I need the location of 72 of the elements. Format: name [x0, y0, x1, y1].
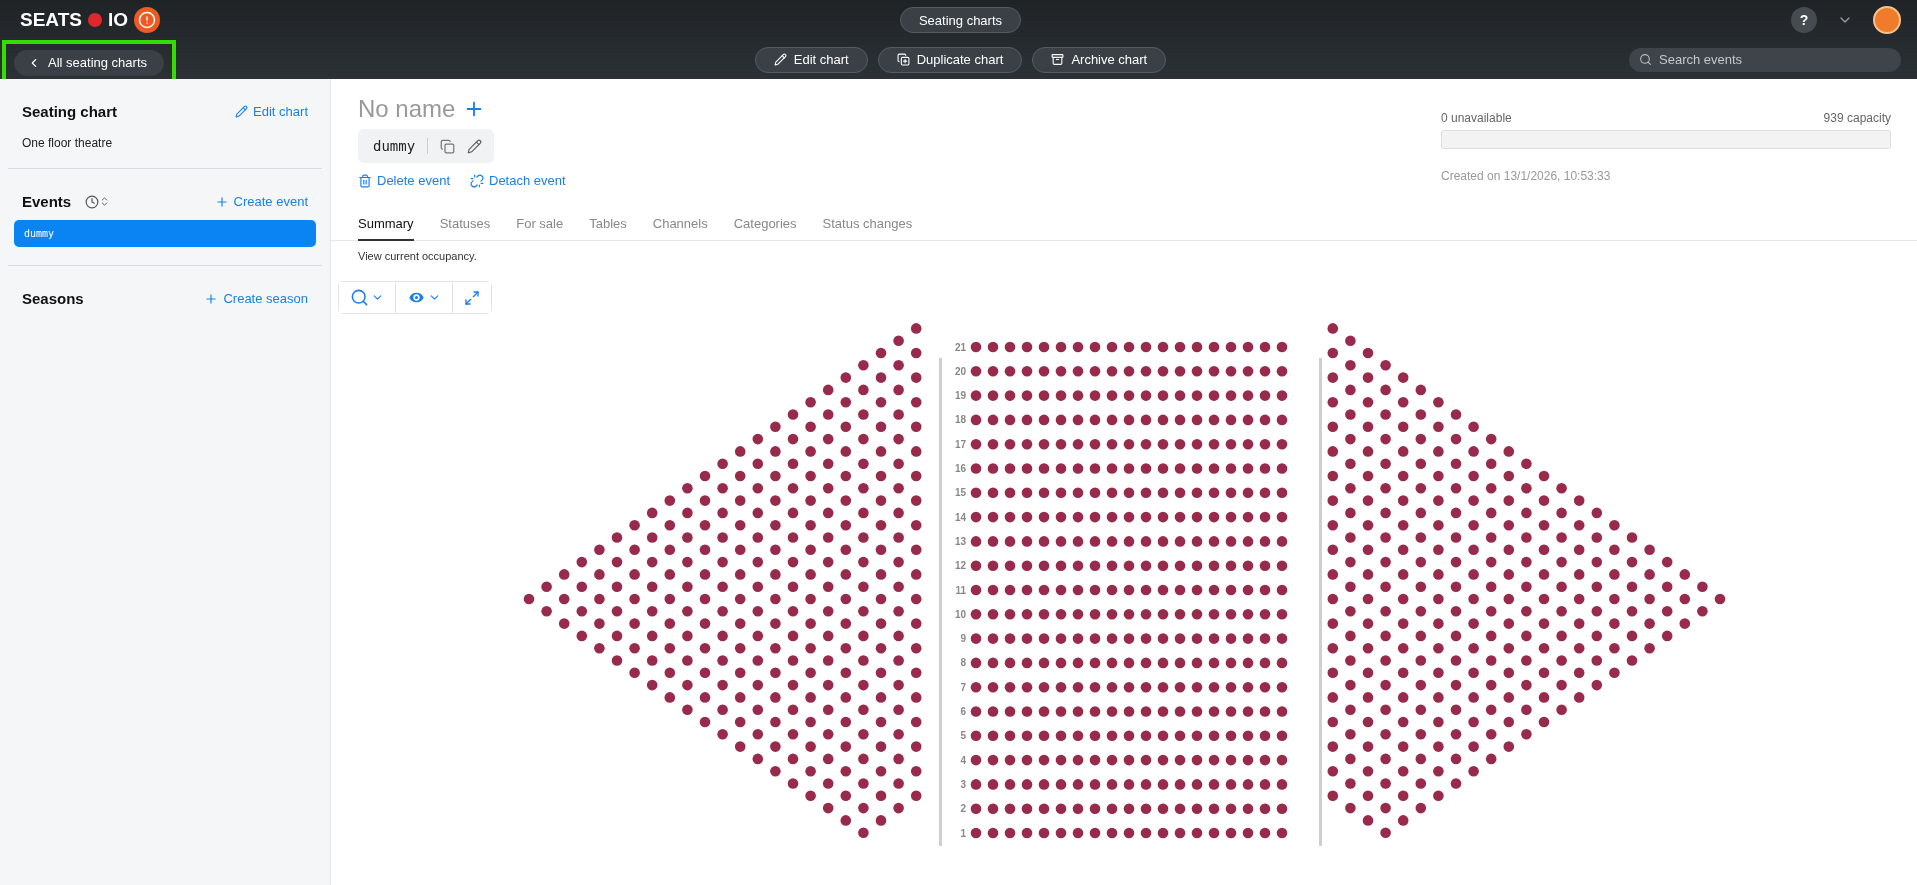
created-date: Created on 13/1/2026, 10:53:33 [1441, 169, 1612, 183]
row-label: 7 [960, 681, 966, 693]
tab[interactable]: Summary [358, 216, 414, 241]
search-icon [1639, 53, 1652, 66]
pencil-icon [773, 53, 787, 66]
logo-dot-icon [87, 13, 102, 27]
logo-text: SEATS [20, 9, 82, 31]
tab[interactable]: For sale [516, 216, 564, 241]
row-label: 21 [954, 341, 966, 353]
row-label: 1 [960, 827, 966, 839]
create-season-link[interactable]: Create season [204, 291, 308, 306]
clock-icon[interactable] [85, 194, 100, 209]
archive-icon [1051, 53, 1065, 66]
row-label: 10 [954, 608, 966, 620]
section-title: Seasons [22, 290, 84, 307]
unavailable-count: 0 unavailable [1441, 111, 1512, 125]
duplicate-icon [896, 53, 910, 66]
event-name: No name [358, 95, 456, 123]
tab[interactable]: Tables [589, 216, 627, 241]
tab[interactable]: Status changes [822, 216, 913, 241]
row-label: 18 [954, 414, 966, 426]
trash-icon [358, 173, 372, 188]
toolbar-button[interactable]: Edit chart [754, 46, 868, 73]
section-button[interactable]: Seating charts [899, 7, 1022, 33]
row-label: 3 [960, 778, 966, 790]
row-label: 20 [954, 365, 966, 377]
logo-text: IO [107, 9, 128, 31]
event-action-link[interactable]: Delete event [358, 173, 450, 188]
section-title: Events [22, 193, 72, 210]
row-label: 9 [960, 633, 966, 645]
row-label: 12 [954, 560, 966, 572]
row-label: 4 [960, 754, 966, 766]
search-input[interactable]: Search events [1657, 51, 1891, 68]
row-label: 19 [954, 390, 966, 402]
unlink-icon [470, 173, 484, 188]
row-label: 16 [954, 463, 966, 474]
help-button[interactable]: ? [1791, 7, 1817, 33]
event-action-link[interactable]: Detach event [470, 173, 566, 188]
copy-icon[interactable] [440, 138, 456, 154]
plus-icon [204, 291, 219, 306]
row-label: 2 [960, 803, 966, 815]
expand-icon [464, 289, 480, 306]
row-label: 6 [960, 706, 966, 717]
row-label: 8 [960, 657, 966, 669]
row-label: 11 [955, 584, 966, 596]
zoom-button[interactable] [339, 282, 396, 313]
alert-icon [134, 7, 160, 33]
pencil-icon [235, 105, 249, 118]
search-icon [350, 288, 369, 307]
tab[interactable]: Channels [652, 216, 708, 241]
event-key: dummy [370, 138, 429, 154]
row-label: 14 [954, 511, 966, 523]
pencil-icon[interactable] [467, 138, 483, 154]
row-label: 5 [960, 730, 966, 742]
row-label: 17 [954, 438, 966, 450]
plus-icon [214, 194, 229, 209]
toolbar-button[interactable]: Duplicate chart [877, 46, 1023, 73]
avatar-icon[interactable] [1873, 6, 1901, 34]
toolbar-button[interactable]: Archive chart [1032, 46, 1167, 73]
row-label: 15 [954, 487, 966, 499]
tab[interactable]: Statuses [439, 216, 491, 241]
tab[interactable]: Categories [733, 216, 797, 241]
search-field[interactable]: Search events [1629, 47, 1901, 72]
tab-description: View current occupancy. [357, 249, 478, 264]
row-label: 13 [954, 535, 966, 547]
section-title: Seating chart [22, 103, 118, 120]
edit-chart-link[interactable]: Edit chart [235, 104, 308, 119]
back-button[interactable]: All seating charts [14, 49, 164, 76]
chart-name: One floor theatre [22, 136, 114, 150]
event-item[interactable]: dummy [14, 220, 316, 247]
capacity-count: 939 capacity [1823, 111, 1891, 125]
create-event-link[interactable]: Create event [214, 194, 308, 209]
